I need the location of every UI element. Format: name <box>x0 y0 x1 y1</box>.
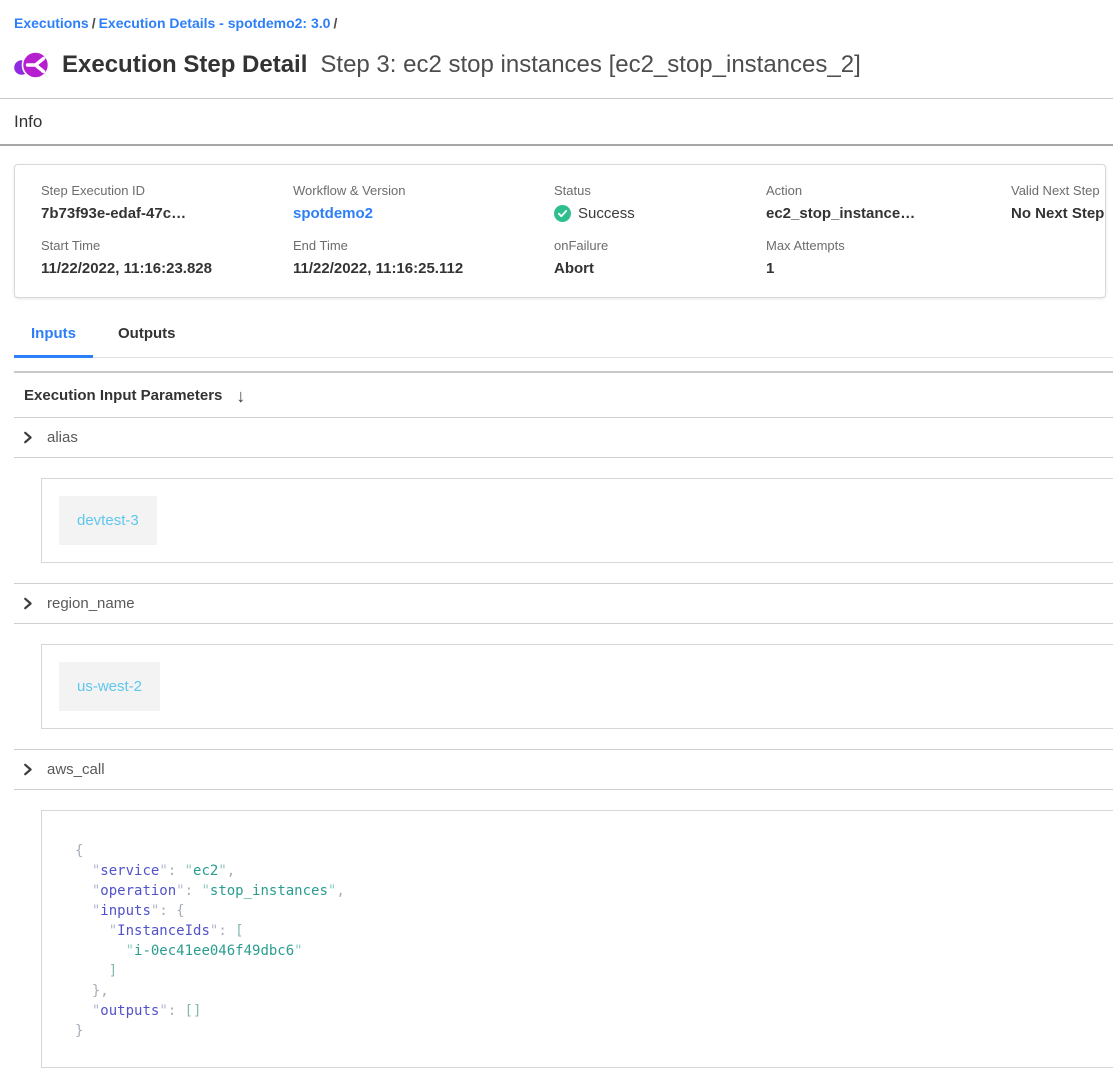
step-info-card: Step Execution ID 7b73f93e-edaf-47c… Wor… <box>14 164 1106 298</box>
field-label: End Time <box>293 238 554 253</box>
param-body-region-name: us-west-2 <box>14 644 1113 750</box>
field-label: Max Attempts <box>766 238 1011 253</box>
param-row-region-name[interactable]: region_name <box>14 584 1113 624</box>
info-section-label: Info <box>0 99 1113 146</box>
field-label: Start Time <box>41 238 293 253</box>
page-header: Execution Step Detail Step 3: ec2 stop i… <box>0 32 1113 99</box>
page-title: Execution Step Detail <box>62 51 307 79</box>
field-label: onFailure <box>554 238 766 253</box>
field-label: Workflow & Version <box>293 183 554 198</box>
status-text: Success <box>578 205 635 222</box>
field-onfailure: onFailure Abort <box>554 238 766 277</box>
tab-inputs[interactable]: Inputs <box>14 324 93 358</box>
param-value-chip: devtest-3 <box>59 496 157 545</box>
tab-outputs[interactable]: Outputs <box>101 324 193 358</box>
field-empty <box>1011 238 1099 277</box>
page-subtitle: Step 3: ec2 stop instances [ec2_stop_ins… <box>320 51 860 79</box>
param-name: aws_call <box>47 761 105 778</box>
field-valid-next-step: Valid Next Step No Next Step <box>1011 183 1099 222</box>
param-body-alias: devtest-3 <box>14 478 1113 584</box>
field-label: Step Execution ID <box>41 183 293 198</box>
inputs-outputs-tabbar: Inputs Outputs <box>14 324 1113 358</box>
param-name: region_name <box>47 595 135 612</box>
param-json-panel: { "service": "ec2", "operation": "stop_i… <box>41 810 1113 1068</box>
param-section-aws-call: aws_call { "service": "ec2", "operation"… <box>14 750 1113 1068</box>
field-value: 7b73f93e-edaf-47c… <box>41 205 293 222</box>
field-value: ec2_stop_instance… <box>766 205 1011 222</box>
breadcrumb-separator: / <box>330 15 340 31</box>
json-code: { "service": "ec2", "operation": "stop_i… <box>75 841 1113 1041</box>
field-end-time: End Time 11/22/2022, 11:16:25.112 <box>293 238 554 277</box>
field-label: Valid Next Step <box>1011 183 1099 198</box>
field-workflow-version: Workflow & Version spotdemo2 <box>293 183 554 222</box>
param-section-region-name: region_name us-west-2 <box>14 584 1113 750</box>
workflow-branch-logo-icon <box>14 48 49 82</box>
param-row-aws-call[interactable]: aws_call <box>14 750 1113 790</box>
params-header-title: Execution Input Parameters <box>24 387 222 404</box>
field-value: 1 <box>766 260 1011 277</box>
breadcrumb: Executions/Execution Details - spotdemo2… <box>0 0 1113 32</box>
chevron-right-icon[interactable] <box>21 431 34 444</box>
param-section-alias: alias devtest-3 <box>14 418 1113 584</box>
field-action: Action ec2_stop_instance… <box>766 183 1011 222</box>
field-max-attempts: Max Attempts 1 <box>766 238 1011 277</box>
param-value-panel: us-west-2 <box>41 644 1113 729</box>
param-value-chip: us-west-2 <box>59 662 160 711</box>
field-step-execution-id: Step Execution ID 7b73f93e-edaf-47c… <box>41 183 293 222</box>
execution-input-parameters: Execution Input Parameters ↓ alias devte… <box>14 373 1113 1068</box>
field-start-time: Start Time 11/22/2022, 11:16:23.828 <box>41 238 293 277</box>
param-row-alias[interactable]: alias <box>14 418 1113 458</box>
field-value: 11/22/2022, 11:16:25.112 <box>293 260 554 277</box>
field-value: 11/22/2022, 11:16:23.828 <box>41 260 293 277</box>
param-body-aws-call: { "service": "ec2", "operation": "stop_i… <box>14 810 1113 1068</box>
params-header: Execution Input Parameters ↓ <box>14 373 1113 418</box>
workflow-link[interactable]: spotdemo2 <box>293 205 554 222</box>
breadcrumb-link-executions[interactable]: Executions <box>14 15 89 31</box>
chevron-right-icon[interactable] <box>21 763 34 776</box>
field-label: Action <box>766 183 1011 198</box>
breadcrumb-separator: / <box>89 15 99 31</box>
field-label: Status <box>554 183 766 198</box>
field-status: Status Success <box>554 183 766 222</box>
field-value: No Next Step <box>1011 205 1099 222</box>
collapse-down-arrow-icon[interactable]: ↓ <box>236 388 245 404</box>
breadcrumb-link-execution-details[interactable]: Execution Details - spotdemo2: 3.0 <box>99 15 331 31</box>
field-value: Abort <box>554 260 766 277</box>
success-check-icon <box>554 205 571 222</box>
chevron-right-icon[interactable] <box>21 597 34 610</box>
param-value-panel: devtest-3 <box>41 478 1113 563</box>
param-name: alias <box>47 429 78 446</box>
